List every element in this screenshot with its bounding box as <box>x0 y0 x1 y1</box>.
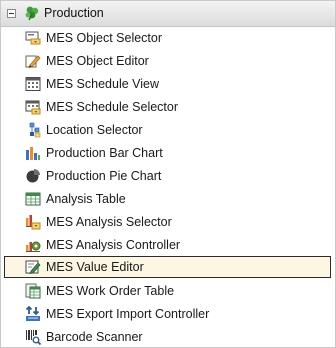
item-label: Barcode Scanner <box>46 330 143 344</box>
object-editor-icon <box>25 53 41 69</box>
list-item-mes-schedule-view[interactable]: MES Schedule View <box>4 73 331 95</box>
pie-chart-icon <box>25 168 41 184</box>
group-header-production[interactable]: Production <box>1 1 335 27</box>
item-label: Production Pie Chart <box>46 169 162 183</box>
group-title: Production <box>44 6 104 20</box>
list-item-production-bar-chart[interactable]: Production Bar Chart <box>4 142 331 164</box>
list-item-location-selector[interactable]: Location Selector <box>4 119 331 141</box>
analysis-table-icon <box>25 191 41 207</box>
list-item-mes-object-selector[interactable]: MES Object Selector <box>4 27 331 49</box>
list-item-mes-object-editor[interactable]: MES Object Editor <box>4 50 331 72</box>
item-label: Analysis Table <box>46 192 126 206</box>
work-order-table-icon <box>25 283 41 299</box>
item-label: MES Analysis Selector <box>46 215 172 229</box>
analysis-controller-icon <box>25 237 41 253</box>
schedule-view-icon <box>25 76 41 92</box>
schedule-selector-icon <box>25 99 41 115</box>
item-label: MES Analysis Controller <box>46 238 181 252</box>
item-label: Production Bar Chart <box>46 146 163 160</box>
item-label: MES Work Order Table <box>46 284 175 298</box>
analysis-selector-icon <box>25 214 41 230</box>
item-label: MES Export Import Controller <box>46 307 210 321</box>
bar-chart-icon <box>25 145 41 161</box>
component-palette: Production MES Object Selector MES Objec… <box>0 0 336 348</box>
list-item-mes-analysis-selector[interactable]: MES Analysis Selector <box>4 211 331 233</box>
item-label: MES Object Editor <box>46 54 149 68</box>
value-editor-icon <box>25 259 41 275</box>
list-item-mes-export-import-controller[interactable]: MES Export Import Controller <box>4 303 331 325</box>
collapse-toggle-icon[interactable] <box>7 9 16 18</box>
list-item-mes-work-order-table[interactable]: MES Work Order Table <box>4 280 331 302</box>
item-label: MES Schedule Selector <box>46 100 179 114</box>
list-item-barcode-scanner[interactable]: Barcode Scanner <box>4 326 331 348</box>
list-item-production-pie-chart[interactable]: Production Pie Chart <box>4 165 331 187</box>
list-item-mes-value-editor[interactable]: MES Value Editor <box>4 256 331 278</box>
export-import-icon <box>25 306 41 322</box>
location-selector-icon <box>25 122 41 138</box>
item-label: MES Schedule View <box>46 77 160 91</box>
production-leaf-icon <box>24 5 40 21</box>
item-label: Location Selector <box>46 123 143 137</box>
list-item-mes-analysis-controller[interactable]: MES Analysis Controller <box>4 234 331 256</box>
object-selector-icon <box>25 30 41 46</box>
barcode-scanner-icon <box>25 329 41 345</box>
item-label: MES Value Editor <box>46 260 144 274</box>
list-item-mes-schedule-selector[interactable]: MES Schedule Selector <box>4 96 331 118</box>
list-item-analysis-table[interactable]: Analysis Table <box>4 188 331 210</box>
item-label: MES Object Selector <box>46 31 163 45</box>
